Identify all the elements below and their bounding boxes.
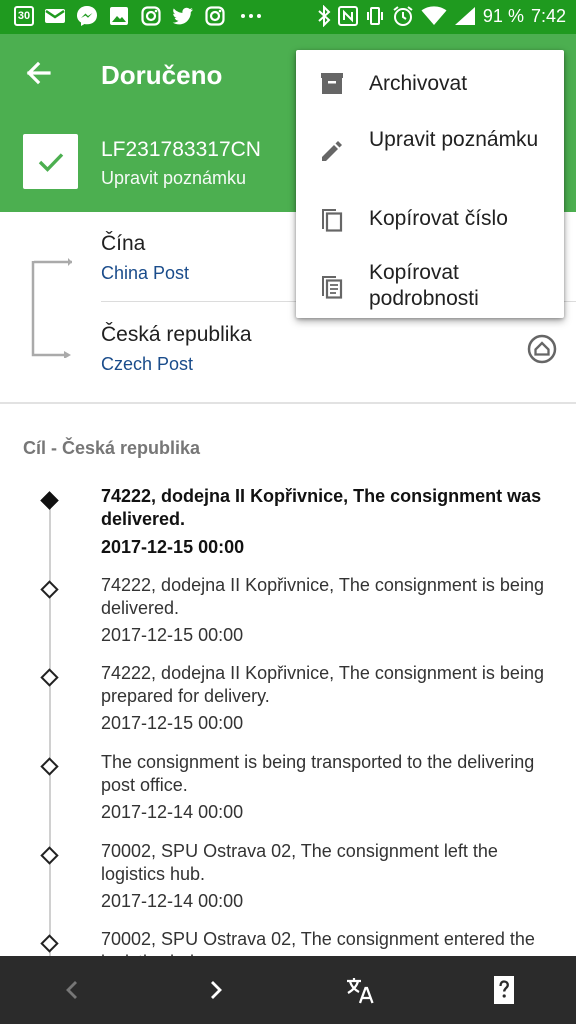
menu-item-label: Upravit poznámku: [369, 128, 539, 151]
gmail-icon: [44, 6, 66, 26]
menu-item-edit-note[interactable]: Upravit poznámku: [296, 118, 564, 186]
section-divider: [0, 402, 576, 404]
more-icon: [236, 6, 266, 26]
translate-icon: [347, 978, 374, 1004]
home-delivery-icon[interactable]: [527, 334, 557, 364]
event-date: 2017-12-15 00:00: [101, 713, 244, 733]
event-description: 74222, dodejna II Kopřivnice, The consig…: [101, 575, 544, 618]
copy-icon: [322, 209, 343, 232]
timeline-marker-icon: [40, 491, 59, 510]
previous-icon: [66, 981, 77, 999]
clock: 7:42: [530, 5, 566, 26]
help-button[interactable]: [488, 974, 520, 1006]
messenger-icon: [76, 6, 98, 26]
timeline-marker-icon: [40, 757, 59, 776]
timeline-marker-icon: [40, 846, 59, 865]
instagram-icon: [140, 6, 162, 26]
bluetooth-icon: [318, 5, 331, 27]
timeline-marker-icon: [40, 934, 59, 953]
alarm-icon: [393, 6, 413, 26]
menu-item-archive[interactable]: Archivovat: [296, 50, 564, 118]
help-icon: [494, 976, 514, 1004]
next-button[interactable]: [200, 974, 232, 1006]
tracking-number: LF231783317CN: [101, 138, 261, 161]
page-title: Doručeno: [101, 60, 223, 90]
wifi-icon: [421, 6, 447, 25]
gallery-icon: [108, 6, 130, 26]
origin-carrier[interactable]: China Post: [101, 263, 189, 284]
menu-item-label: Kopírovat podrobnosti: [369, 261, 479, 310]
system-icons: 91 % 7:42: [317, 5, 566, 27]
menu-item-label: Archivovat: [369, 72, 468, 95]
event-date: 2017-12-14 00:00: [101, 891, 244, 911]
destination-carrier[interactable]: Czech Post: [101, 354, 193, 375]
event-description: 70002, SPU Ostrava 02, The consignment l…: [101, 841, 498, 884]
status-bar: 30 91 % 7:42: [0, 0, 576, 34]
archive-icon: [321, 73, 343, 94]
vibrate-icon: [366, 7, 383, 25]
menu-item-label: Kopírovat číslo: [369, 207, 508, 230]
overflow-menu: Archivovat Upravit poznámku Kopírovat čí…: [296, 50, 564, 318]
event-date: 2017-12-15 00:00: [101, 537, 245, 557]
event-date: 2017-12-14 00:00: [101, 802, 244, 822]
menu-item-copy-number[interactable]: Kopírovat číslo: [296, 186, 564, 248]
menu-item-copy-details[interactable]: Kopírovat podrobnosti: [296, 248, 564, 318]
edit-note-link[interactable]: Upravit poznámku: [101, 168, 246, 189]
next-icon: [211, 981, 222, 999]
instagram-icon: [204, 6, 226, 26]
event-description: The consignment is being transported to …: [101, 752, 535, 795]
previous-button[interactable]: [56, 974, 88, 1006]
twitter-icon: [172, 6, 194, 26]
calendar-icon: 30: [14, 6, 34, 26]
timeline-line: [49, 496, 51, 956]
check-icon: [38, 152, 63, 172]
signal-icon: [454, 7, 475, 25]
back-button[interactable]: [22, 56, 56, 90]
notification-icons: 30: [14, 6, 266, 26]
bottom-navigation: [0, 956, 576, 1024]
nfc-icon: [337, 6, 358, 26]
event-description: 74222, dodejna II Kopřivnice, The consig…: [101, 663, 544, 706]
timeline-marker-icon: [40, 580, 59, 599]
destination-country: Česká republika: [101, 323, 252, 346]
destination-label: Cíl - Česká republika: [23, 438, 201, 458]
translate-button[interactable]: [344, 974, 376, 1006]
timeline-marker-icon: [40, 668, 59, 687]
edit-icon: [322, 141, 342, 161]
event-description: 74222, dodejna II Kopřivnice, The consig…: [101, 486, 542, 529]
back-arrow-icon: [26, 61, 51, 85]
delivered-status-badge: [23, 134, 78, 189]
origin-country: Čína: [101, 232, 146, 255]
route-connector-icon: [31, 258, 72, 358]
event-date: 2017-12-15 00:00: [101, 625, 244, 645]
copy-details-icon: [322, 276, 343, 299]
battery-level: 91 %: [482, 5, 524, 26]
